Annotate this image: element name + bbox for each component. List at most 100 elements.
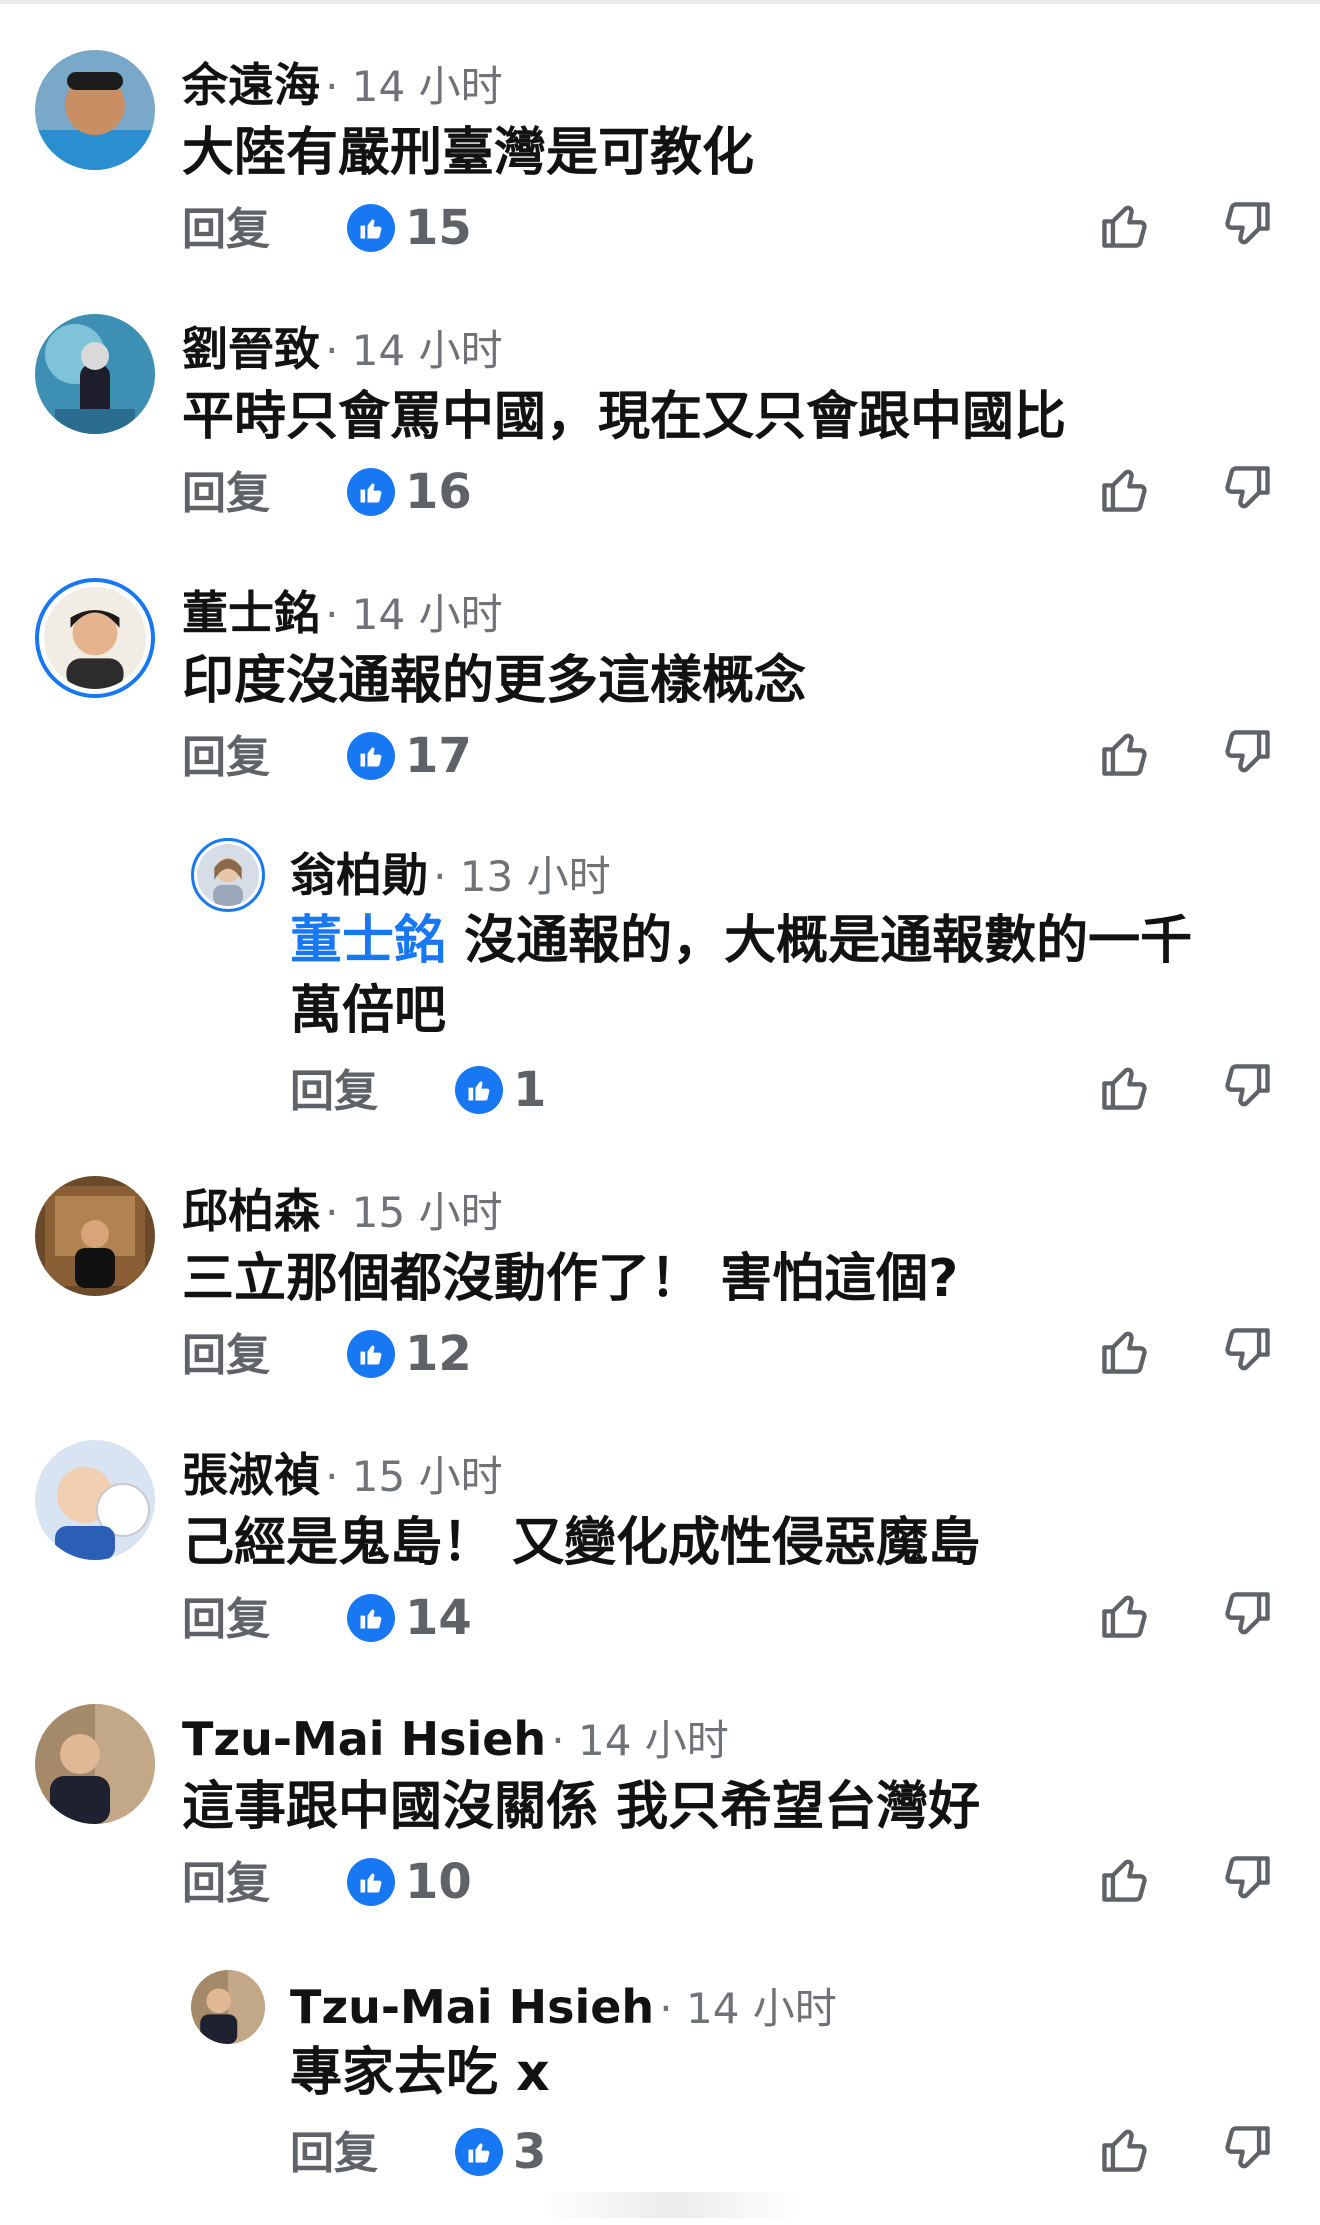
comment-time[interactable]: 14 小时 xyxy=(352,62,503,111)
thumbs-up-badge-icon xyxy=(347,1330,395,1378)
comment-author[interactable]: 張淑禎 xyxy=(182,1448,320,1502)
like-button[interactable] xyxy=(1096,196,1154,254)
comment-time[interactable]: 14 小时 xyxy=(352,326,503,375)
avatar[interactable] xyxy=(35,578,155,698)
thumbs-down-outline-icon xyxy=(1225,1856,1270,1899)
like-count[interactable]: 17 xyxy=(347,732,472,780)
dislike-button[interactable] xyxy=(1218,196,1276,254)
comment-time[interactable]: 15 小时 xyxy=(352,1188,503,1237)
dot-separator: · xyxy=(551,1716,578,1765)
like-count[interactable]: 1 xyxy=(455,1066,546,1114)
thumbs-up-outline-icon xyxy=(1102,2129,1147,2172)
dislike-button[interactable] xyxy=(1218,460,1276,518)
like-button[interactable] xyxy=(1096,1850,1154,1908)
like-count-value: 15 xyxy=(405,200,472,256)
thumbs-up-badge-icon xyxy=(347,204,395,252)
comment-author[interactable]: 董士銘 xyxy=(182,586,320,640)
dislike-button[interactable] xyxy=(1218,724,1276,782)
dislike-button[interactable] xyxy=(1218,1322,1276,1380)
dot-separator: · xyxy=(325,326,352,375)
like-count-value: 10 xyxy=(405,1854,472,1910)
thumbs-down-outline-icon xyxy=(1225,202,1270,245)
comment-author[interactable]: 劉晉致 xyxy=(182,322,320,376)
like-count-value: 16 xyxy=(405,464,472,520)
reply-button[interactable]: 回复 xyxy=(182,1598,270,1642)
avatar[interactable] xyxy=(35,1176,155,1296)
comment-author[interactable]: Tzu-Mai Hsieh xyxy=(290,1980,654,2034)
thumbs-down-outline-icon xyxy=(1225,1064,1270,1107)
like-count[interactable]: 3 xyxy=(455,2128,546,2176)
like-button[interactable] xyxy=(1096,1322,1154,1380)
dislike-button[interactable] xyxy=(1218,2120,1276,2178)
like-count[interactable]: 14 xyxy=(347,1594,472,1642)
thumbs-up-badge-icon xyxy=(347,1594,395,1642)
avatar[interactable] xyxy=(35,314,155,434)
dot-separator: · xyxy=(325,1452,352,1501)
dislike-button[interactable] xyxy=(1218,1586,1276,1644)
reply-button[interactable]: 回复 xyxy=(290,1070,378,1114)
comment-time[interactable]: 13 小时 xyxy=(460,852,611,901)
thumbs-up-outline-icon xyxy=(1102,1595,1147,1638)
thumbs-up-badge-icon xyxy=(455,2128,503,2176)
like-button[interactable] xyxy=(1096,2120,1154,2178)
mention-link[interactable]: 董士銘 xyxy=(290,911,446,971)
dot-separator: · xyxy=(325,62,352,111)
reply-button[interactable]: 回复 xyxy=(182,472,270,516)
comment-author[interactable]: Tzu-Mai Hsieh xyxy=(182,1712,546,1766)
like-count-value: 1 xyxy=(513,1062,547,1118)
dislike-button[interactable] xyxy=(1218,1058,1276,1116)
comment-text: 這事跟中國沒關係 我只希望台灣好 xyxy=(182,1777,981,1837)
comment-text: 三立那個都沒動作了！ 害怕這個? xyxy=(182,1249,959,1309)
dot-separator: · xyxy=(659,1984,686,2033)
thumbs-down-outline-icon xyxy=(1225,466,1270,509)
like-button[interactable] xyxy=(1096,460,1154,518)
dislike-button[interactable] xyxy=(1218,1850,1276,1908)
like-count-value: 17 xyxy=(405,728,472,784)
reply-button[interactable]: 回复 xyxy=(182,208,270,252)
avatar[interactable] xyxy=(35,50,155,170)
avatar[interactable] xyxy=(191,838,265,912)
comment-author[interactable]: 翁柏勛 xyxy=(290,848,428,902)
comment-text: 平時只會罵中國，現在又只會跟中國比 xyxy=(182,387,1067,447)
like-count[interactable]: 10 xyxy=(347,1858,472,1906)
thumbs-up-outline-icon xyxy=(1102,1331,1147,1374)
like-count[interactable]: 12 xyxy=(347,1330,472,1378)
like-count[interactable]: 15 xyxy=(347,204,472,252)
like-count-value: 14 xyxy=(405,1590,472,1646)
reply-button[interactable]: 回复 xyxy=(290,2132,378,2176)
avatar[interactable] xyxy=(191,1970,265,2044)
dot-separator: · xyxy=(325,590,352,639)
like-button[interactable] xyxy=(1096,1586,1154,1644)
comment-author[interactable]: 余遠海 xyxy=(182,58,320,112)
thumbs-up-outline-icon xyxy=(1102,733,1147,776)
comment-time[interactable]: 14 小时 xyxy=(578,1716,729,1765)
comment-time[interactable]: 14 小时 xyxy=(352,590,503,639)
like-button[interactable] xyxy=(1096,724,1154,782)
thumbs-up-outline-icon xyxy=(1102,1859,1147,1902)
reply-button[interactable]: 回复 xyxy=(182,1862,270,1906)
comment-text: 董士銘 沒通報的，大概是通報數的一千 xyxy=(290,906,1192,976)
thumbs-up-badge-icon xyxy=(347,1858,395,1906)
reply-button[interactable]: 回复 xyxy=(182,1334,270,1378)
thumbs-up-badge-icon xyxy=(347,732,395,780)
avatar[interactable] xyxy=(35,1440,155,1560)
comment-text: 專家去吃 x xyxy=(290,2043,550,2103)
comment-text-line1: 沒通報的，大概是通報數的一千 xyxy=(446,911,1193,971)
comment-text-line2: 萬倍吧 xyxy=(290,981,447,1041)
comment-text: 大陸有嚴刑臺灣是可教化 xyxy=(182,123,755,183)
comment-text: 印度沒通報的更多這樣概念 xyxy=(182,651,807,711)
avatar[interactable] xyxy=(35,1704,155,1824)
comment-time[interactable]: 15 小时 xyxy=(352,1452,503,1501)
reply-button[interactable]: 回复 xyxy=(182,736,270,780)
thumbs-up-outline-icon xyxy=(1102,1067,1147,1110)
thumbs-down-outline-icon xyxy=(1225,1592,1270,1635)
comment-time[interactable]: 14 小时 xyxy=(686,1984,837,2033)
like-count-value: 12 xyxy=(405,1326,472,1382)
comment-author[interactable]: 邱柏森 xyxy=(182,1184,320,1238)
like-button[interactable] xyxy=(1096,1058,1154,1116)
top-divider xyxy=(0,0,1320,4)
like-count[interactable]: 16 xyxy=(347,468,472,516)
dot-separator: · xyxy=(433,852,460,901)
thumbs-up-outline-icon xyxy=(1102,205,1147,248)
watermark-fade xyxy=(540,2192,800,2218)
